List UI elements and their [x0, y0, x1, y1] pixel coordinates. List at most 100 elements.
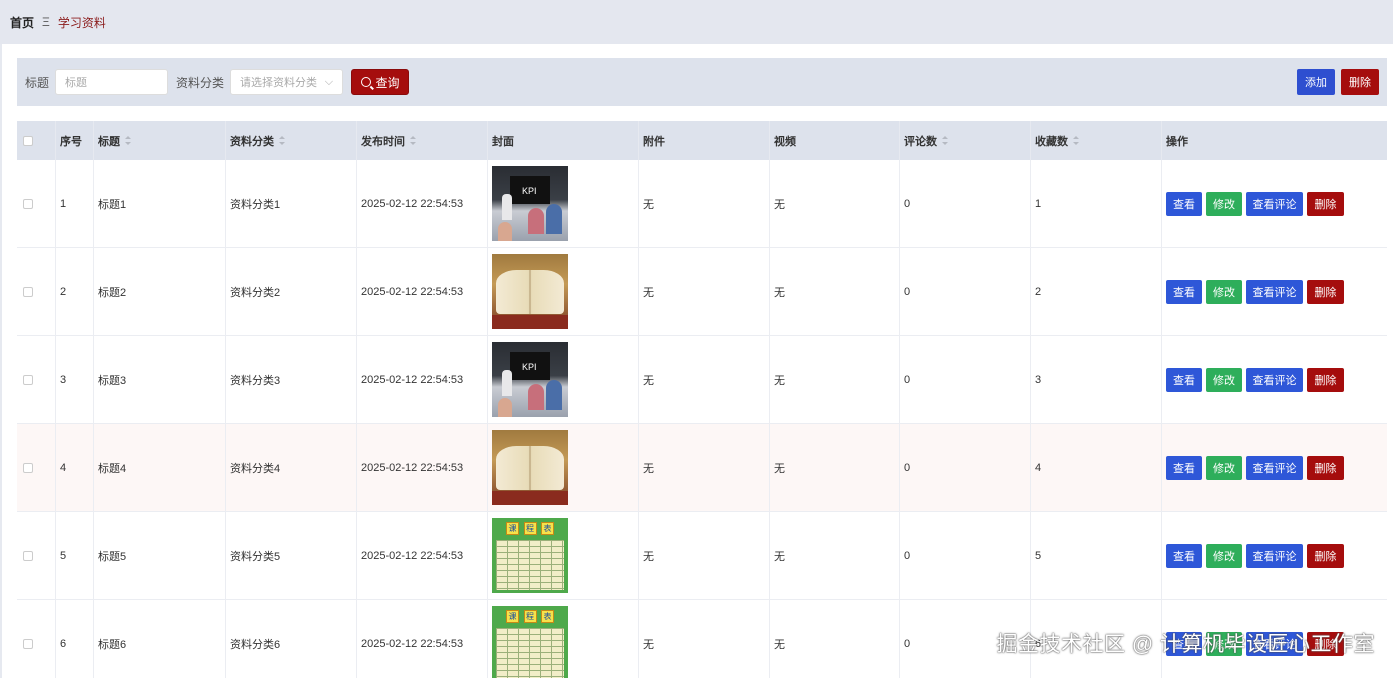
column-header-time[interactable]: 发布时间 — [357, 121, 488, 160]
cell-comments: 0 — [900, 512, 1031, 599]
column-header-cover: 封面 — [488, 121, 639, 160]
edit-button[interactable]: 修改 — [1206, 191, 1242, 216]
edit-button[interactable]: 修改 — [1206, 455, 1242, 480]
cell-no: 1 — [56, 160, 94, 247]
row-checkbox[interactable] — [23, 550, 33, 561]
view-comments-button[interactable]: 查看评论 — [1246, 279, 1303, 304]
row-checkbox[interactable] — [23, 286, 33, 297]
row-checkbox[interactable] — [23, 462, 33, 473]
sort-icon[interactable] — [410, 136, 416, 145]
cell-title: 标题3 — [94, 336, 226, 423]
view-comments-button[interactable]: 查看评论 — [1246, 191, 1303, 216]
cell-time: 2025-02-12 22:54:53 — [357, 160, 488, 247]
edit-button[interactable]: 修改 — [1206, 543, 1242, 568]
sort-icon[interactable] — [125, 136, 131, 145]
batch-delete-button[interactable]: 删除 — [1341, 69, 1379, 95]
cell-no: 2 — [56, 248, 94, 335]
breadcrumb-separator: Ξ — [42, 15, 50, 29]
cell-attachment: 无 — [639, 424, 770, 511]
sort-icon[interactable] — [942, 136, 948, 145]
cell-favorites: 3 — [1031, 336, 1162, 423]
breadcrumb: 首页 Ξ 学习资料 — [0, 0, 1393, 44]
edit-button[interactable]: 修改 — [1206, 279, 1242, 304]
cell-actions: 查看 修改 查看评论 删除 — [1162, 424, 1387, 511]
column-header-category[interactable]: 资料分类 — [226, 121, 357, 160]
delete-button[interactable]: 删除 — [1307, 455, 1344, 480]
cover-image: KPI — [492, 342, 568, 417]
delete-button[interactable]: 删除 — [1307, 367, 1344, 392]
table-header: 序号 标题 资料分类 发布时间 封面 附件 视频 评论数 收藏数 操作 — [17, 121, 1387, 160]
view-button[interactable]: 查看 — [1166, 367, 1202, 392]
cell-title: 标题2 — [94, 248, 226, 335]
cell-video: 无 — [770, 248, 900, 335]
table-row: 2 标题2 资料分类2 2025-02-12 22:54:53 无无 0 2 查看 修改 查看评论… — [17, 248, 1387, 336]
view-comments-button[interactable]: 查看评论 — [1246, 455, 1303, 480]
cover-kpi-text: KPI — [522, 186, 537, 196]
select-all-checkbox[interactable] — [23, 135, 33, 146]
data-table: 序号 标题 资料分类 发布时间 封面 附件 视频 评论数 收藏数 操作 1 标题 1… — [17, 121, 1387, 678]
cell-title: 标题6 — [94, 600, 226, 678]
cell-time: 2025-02-12 22:54:53 — [357, 336, 488, 423]
cell-no: 6 — [56, 600, 94, 678]
cell-title: 标题4 — [94, 424, 226, 511]
cell-cover: KPI — [488, 160, 639, 247]
cover-schedule-char: 课 — [506, 610, 519, 623]
view-comments-button[interactable]: 查看评论 — [1246, 543, 1303, 568]
breadcrumb-current: 学习资料 — [57, 15, 106, 30]
delete-button[interactable]: 删除 — [1307, 543, 1344, 568]
cell-favorites: 2 — [1031, 248, 1162, 335]
delete-button[interactable]: 删除 — [1307, 191, 1344, 216]
chevron-down-icon: ⌵ — [324, 75, 334, 88]
edit-button[interactable]: 修改 — [1206, 367, 1242, 392]
breadcrumb-home[interactable]: 首页 — [10, 14, 34, 31]
sort-icon[interactable] — [279, 136, 285, 145]
cover-schedule-char: 表 — [541, 522, 554, 535]
row-select-cell — [17, 424, 56, 511]
cell-category: 资料分类2 — [226, 248, 357, 335]
cell-favorites: 1 — [1031, 160, 1162, 247]
row-select-cell — [17, 336, 56, 423]
add-button[interactable]: 添加 — [1297, 69, 1335, 95]
row-checkbox[interactable] — [23, 638, 33, 649]
cell-actions: 查看 修改 查看评论 删除 — [1162, 512, 1387, 599]
column-header-actions: 操作 — [1166, 135, 1188, 148]
cell-attachment: 无 — [639, 600, 770, 678]
view-button[interactable]: 查看 — [1166, 191, 1202, 216]
cell-actions: 查看 修改 查看评论 删除 — [1162, 336, 1387, 423]
view-button[interactable]: 查看 — [1166, 455, 1202, 480]
content-panel: 标题 标题 资料分类 请选择资料分类 ⌵ 查询 添加 删除 序号 标题 资料分类… — [2, 44, 1393, 678]
cell-time: 2025-02-12 22:54:53 — [357, 248, 488, 335]
cell-video: 无 — [770, 336, 900, 423]
cell-cover — [488, 248, 639, 335]
column-header-video: 视频 — [770, 121, 900, 160]
cover-image: 课程表 — [492, 518, 568, 593]
category-select[interactable]: 请选择资料分类 ⌵ — [230, 69, 344, 95]
view-button[interactable]: 查看 — [1166, 543, 1202, 568]
cell-favorites: 5 — [1031, 512, 1162, 599]
cell-attachment: 无 — [639, 248, 770, 335]
cell-no: 3 — [56, 336, 94, 423]
cell-cover: 课程表 — [488, 512, 639, 599]
title-input[interactable]: 标题 — [55, 69, 169, 95]
table-row: 3 标题3 资料分类3 2025-02-12 22:54:53 KPI 无无 0 3 查看 修改查… — [17, 336, 1387, 424]
row-select-cell — [17, 512, 56, 599]
cell-title: 标题5 — [94, 512, 226, 599]
column-header-comments[interactable]: 评论数 — [900, 121, 1031, 160]
row-select-cell — [17, 160, 56, 247]
row-checkbox[interactable] — [23, 374, 33, 385]
cell-comments: 0 — [900, 336, 1031, 423]
row-checkbox[interactable] — [23, 198, 33, 209]
column-header-comments-label: 评论数 — [904, 135, 937, 148]
title-label: 标题 — [25, 75, 50, 90]
delete-button[interactable]: 删除 — [1307, 279, 1344, 304]
column-header-title[interactable]: 标题 — [94, 121, 226, 160]
view-comments-button[interactable]: 查看评论 — [1246, 367, 1303, 392]
column-header-title-label: 标题 — [98, 135, 120, 148]
cover-kpi-text: KPI — [522, 362, 537, 372]
cell-time: 2025-02-12 22:54:53 — [357, 424, 488, 511]
view-button[interactable]: 查看 — [1166, 279, 1202, 304]
cover-schedule-char: 课 — [506, 522, 519, 535]
sort-icon[interactable] — [1073, 136, 1079, 145]
column-header-favorites[interactable]: 收藏数 — [1031, 121, 1162, 160]
query-button[interactable]: 查询 — [351, 69, 410, 95]
